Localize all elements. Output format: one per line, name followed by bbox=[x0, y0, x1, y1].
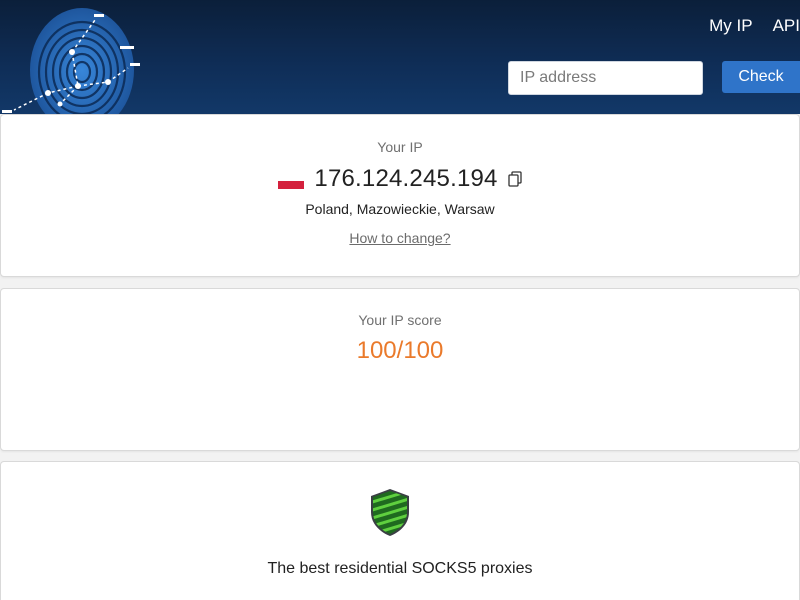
fingerprint-icon bbox=[2, 8, 140, 114]
proxy-promo-card: The best residential SOCKS5 proxies bbox=[0, 461, 800, 600]
shield-icon bbox=[371, 489, 409, 536]
your-ip-label: Your IP bbox=[377, 139, 423, 155]
ip-score-card: Your IP score 100/100 bbox=[0, 288, 800, 451]
ip-score-label: Your IP score bbox=[358, 312, 442, 328]
top-nav: My IP API bbox=[709, 16, 800, 36]
poland-flag-icon bbox=[278, 173, 305, 189]
proxy-promo-text: The best residential SOCKS5 proxies bbox=[267, 560, 533, 577]
page: My IP API Check Your IP 176.124.245.194 … bbox=[0, 0, 800, 600]
nav-my-ip-link[interactable]: My IP bbox=[709, 16, 752, 36]
ip-address-input[interactable] bbox=[508, 61, 703, 95]
copy-icon[interactable] bbox=[507, 171, 522, 187]
how-to-change-link[interactable]: How to change? bbox=[1, 230, 799, 246]
header: My IP API Check bbox=[0, 0, 800, 114]
ip-score-value: 100/100 bbox=[356, 337, 444, 364]
your-ip-card: Your IP 176.124.245.194 Poland, Mazowiec… bbox=[0, 114, 800, 277]
ip-row: 176.124.245.194 bbox=[1, 165, 799, 193]
nav-api-link[interactable]: API bbox=[773, 16, 800, 36]
ip-value: 176.124.245.194 bbox=[314, 165, 498, 192]
ip-location: Poland, Mazowieckie, Warsaw bbox=[305, 201, 495, 217]
check-button[interactable]: Check bbox=[722, 61, 800, 93]
